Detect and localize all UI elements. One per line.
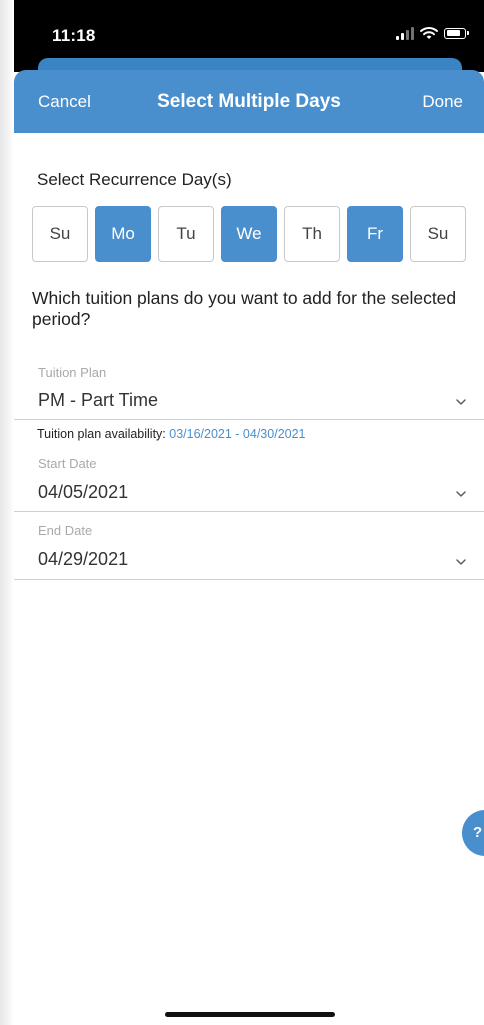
day-button-thursday[interactable]: Th [284, 206, 340, 262]
day-button-monday[interactable]: Mo [95, 206, 151, 262]
day-button-friday[interactable]: Fr [347, 206, 403, 262]
availability-prefix: Tuition plan availability: [37, 427, 166, 441]
status-icons [396, 26, 469, 40]
chevron-down-icon [456, 491, 466, 497]
tuition-availability: Tuition plan availability: 03/16/2021 - … [37, 427, 306, 441]
chevron-down-icon [456, 399, 466, 405]
start-date-value: 04/05/2021 [38, 482, 129, 502]
wifi-icon [420, 27, 438, 39]
done-button[interactable]: Done [422, 92, 463, 112]
status-time: 11:18 [52, 26, 96, 45]
battery-icon [444, 27, 469, 39]
help-label: ? [473, 824, 483, 841]
page-title: Select Multiple Days [157, 91, 341, 112]
tuition-plan-value: PM - Part Time [38, 390, 159, 410]
chevron-down-icon [456, 559, 466, 565]
availability-range: 03/16/2021 - 04/30/2021 [169, 427, 306, 441]
day-button-wednesday[interactable]: We [221, 206, 277, 262]
start-date-label: Start Date [38, 456, 97, 471]
end-date-value: 04/29/2021 [38, 549, 129, 569]
day-button-saturday[interactable]: Su [410, 206, 466, 262]
day-button-tuesday[interactable]: Tu [158, 206, 214, 262]
start-date-field[interactable]: Start Date 04/05/2021 [14, 445, 484, 512]
help-button[interactable]: ? [462, 810, 484, 856]
home-indicator[interactable] [165, 1012, 335, 1017]
app-frame: 11:18 Cancel Select Multiple Days Done S… [0, 0, 484, 1025]
previous-screen-edge [0, 0, 14, 1025]
tuition-plan-question: Which tuition plans do you want to add f… [32, 288, 457, 329]
tuition-plan-label: Tuition Plan [38, 365, 107, 380]
day-button-sunday[interactable]: Su [32, 206, 88, 262]
cellular-signal-icon [396, 26, 414, 40]
recurrence-label: Select Recurrence Day(s) [37, 170, 232, 189]
end-date-label: End Date [38, 523, 93, 538]
day-selector: Su Mo Tu We Th Fr Su [32, 206, 466, 262]
tuition-plan-dropdown[interactable]: Tuition Plan PM - Part Time [14, 355, 484, 420]
nav-bar: Cancel Select Multiple Days Done [14, 70, 484, 133]
end-date-field[interactable]: End Date 04/29/2021 [14, 512, 484, 580]
